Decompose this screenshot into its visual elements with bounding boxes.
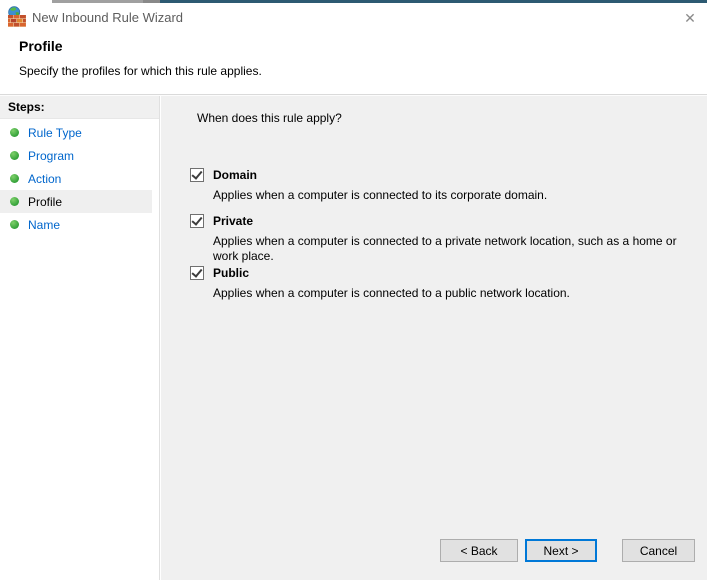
public-description: Applies when a computer is connected to … [213,286,681,301]
firewall-icon [7,6,27,28]
content-pane: When does this rule apply? Domain Applie… [161,96,707,580]
new-inbound-rule-wizard-dialog: New Inbound Rule Wizard ✕ Profile Specif… [0,0,707,580]
sidebar-item-action[interactable]: Action [0,167,152,190]
step-label: Rule Type [28,126,82,140]
domain-label: Domain [213,168,257,182]
sidebar-item-name[interactable]: Name [0,213,152,236]
steps-heading: Steps: [0,96,159,119]
domain-description: Applies when a computer is connected to … [213,188,681,203]
page-title: Profile [19,38,63,54]
step-bullet-icon [10,151,19,160]
cancel-button[interactable]: Cancel [622,539,695,562]
step-bullet-icon [10,174,19,183]
public-checkbox[interactable] [190,266,204,280]
close-icon[interactable]: ✕ [679,7,701,29]
back-button[interactable]: < Back [440,539,518,562]
sidebar-item-program[interactable]: Program [0,144,152,167]
step-bullet-icon [10,197,19,206]
next-button[interactable]: Next > [525,539,597,562]
step-label: Action [28,172,61,186]
step-bullet-icon [10,128,19,137]
window-titlebar: New Inbound Rule Wizard ✕ [0,3,707,33]
private-description: Applies when a computer is connected to … [213,234,681,264]
steps-list: Rule Type Program Action Profile Name [0,121,159,236]
step-label: Name [28,218,60,232]
private-checkbox[interactable] [190,214,204,228]
public-label: Public [213,266,249,280]
domain-checkbox[interactable] [190,168,204,182]
sidebar-item-profile[interactable]: Profile [0,190,152,213]
page-subtitle: Specify the profiles for which this rule… [19,64,262,78]
private-label: Private [213,214,253,228]
steps-panel: Steps: Rule Type Program Action Profile … [0,96,160,580]
step-bullet-icon [10,220,19,229]
rule-apply-question: When does this rule apply? [197,111,342,125]
step-label: Program [28,149,74,163]
step-label: Profile [28,195,62,209]
window-title: New Inbound Rule Wizard [32,10,183,25]
sidebar-item-rule-type[interactable]: Rule Type [0,121,152,144]
